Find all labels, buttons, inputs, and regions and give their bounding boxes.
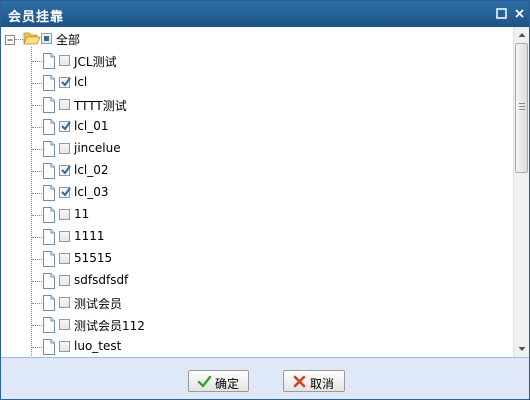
tree-node-checkbox[interactable] [59,143,70,154]
scrollbar-thumb[interactable] [515,43,528,173]
tree-node-label: lcl_01 [74,119,109,133]
tree-node[interactable]: JCL测试 [1,50,513,72]
document-icon [42,273,56,292]
tree-node[interactable]: 51515 [1,248,513,270]
tree-node-checkbox[interactable] [59,187,71,198]
document-icon [42,185,56,204]
tree-node-label: lcl_03 [74,185,109,199]
close-icon[interactable] [513,7,526,20]
document-icon [42,53,56,72]
tree-node-checkbox[interactable] [59,99,70,110]
root-checkbox[interactable] [41,33,52,44]
tree-node-checkbox[interactable] [59,55,70,66]
document-icon [42,295,56,314]
member-tree: 全部 JCL测试 lcl TTTT测试 lcl_01 jincelue lcl_02lcl… [1,27,513,357]
confirm-button[interactable]: 确定 [188,370,249,392]
document-icon [42,141,56,160]
vertical-scrollbar[interactable] [513,27,529,357]
tree-node[interactable]: jincelue [1,138,513,160]
tree-node-label: 11 [74,207,90,221]
tree-node[interactable]: lcl [1,72,513,94]
tree-node[interactable]: sdfsdfsdf [1,270,513,292]
cancel-button[interactable]: 取消 [283,370,345,392]
tree-node-checkbox[interactable] [59,319,70,330]
document-icon [42,207,56,226]
tree-node[interactable]: luo_test [1,336,513,357]
tree-node-checkbox[interactable] [59,209,70,220]
confirm-button-label: 确定 [215,377,240,391]
dialog-title: 会员挂靠 [8,10,65,25]
collapse-toggle-icon[interactable] [5,34,15,48]
member-link-dialog: 会员挂靠 全部 JCL测试 lcl TTTT测试 lcl_01 jincelue… [0,0,530,400]
tree-node[interactable]: TTTT测试 [1,94,513,116]
tree-node-label: jincelue [74,141,121,155]
tree-node[interactable]: lcl_01 [1,116,513,138]
tree-node-checkbox[interactable] [59,77,71,88]
tree-node-checkbox[interactable] [59,165,71,176]
checkmark-icon [197,374,212,389]
document-icon [42,317,56,336]
tree-node-label: lcl_02 [74,163,109,177]
document-icon [42,163,56,182]
tree-node-label: lcl [74,75,88,89]
tree-node[interactable]: 11 [1,204,513,226]
cancel-button-label: 取消 [310,377,335,391]
tree-node[interactable]: lcl_03 [1,182,513,204]
tree-node-label: 测试会员112 [74,319,145,333]
tree-node[interactable]: 测试会员112 [1,314,513,336]
tree-node-label: 1111 [74,229,105,243]
tree-root-node[interactable]: 全部 [1,28,513,50]
document-icon [42,229,56,248]
tree-root-label: 全部 [56,33,81,47]
tree-node[interactable]: 测试会员 [1,292,513,314]
scroll-down-icon[interactable] [514,341,529,357]
document-icon [42,97,56,116]
tree-node[interactable]: 1111 [1,226,513,248]
document-icon [42,75,56,94]
tree-node-label: 测试会员 [74,297,123,311]
document-icon [42,251,56,270]
tree-node-label: sdfsdfsdf [74,273,129,287]
tree-node-checkbox[interactable] [59,253,70,264]
scroll-up-icon[interactable] [514,27,529,43]
tree-node-checkbox[interactable] [59,121,71,132]
maximize-icon[interactable] [495,7,508,20]
tree-node-checkbox[interactable] [59,341,70,352]
tree-node-label: JCL测试 [74,55,117,69]
dialog-titlebar: 会员挂靠 [1,1,529,27]
tree-node[interactable]: lcl_02 [1,160,513,182]
tree-node-checkbox[interactable] [59,275,70,286]
tree-node-label: 51515 [74,251,113,265]
folder-open-icon [23,31,41,49]
tree-node-checkbox[interactable] [59,231,70,242]
cancel-x-icon [292,374,307,389]
dialog-footer: 确定 取消 [1,357,529,399]
tree-node-checkbox[interactable] [59,297,70,308]
document-icon [42,339,56,357]
tree-node-label: TTTT测试 [74,99,127,113]
document-icon [42,119,56,138]
tree-node-label: luo_test [74,339,122,353]
